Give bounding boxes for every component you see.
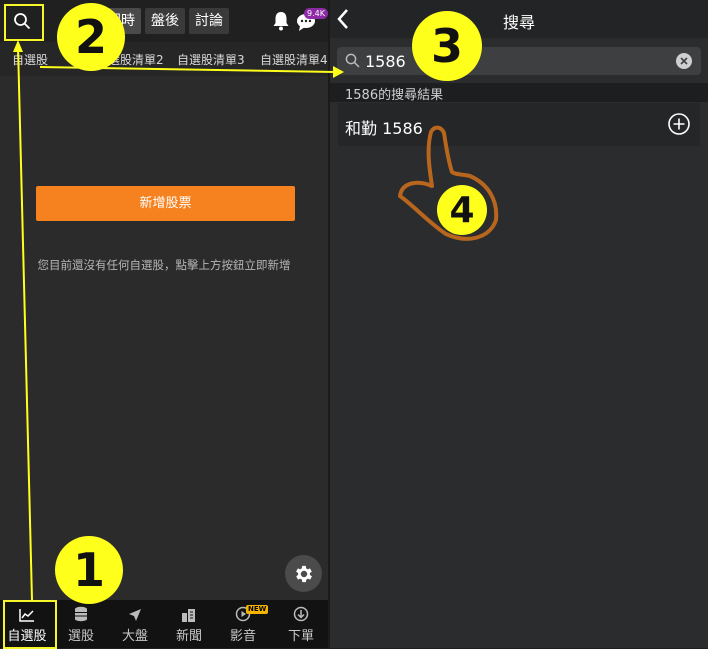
- gear-icon: [295, 565, 312, 582]
- nav-order-label: 下單: [287, 629, 314, 644]
- nav-stock-picker[interactable]: 選股: [54, 600, 108, 648]
- top-bar: 即時 盤後 討論 9.4K: [0, 0, 328, 42]
- tab-discussion[interactable]: 討論: [189, 8, 229, 34]
- result-stock-name: 和勤 1586: [345, 119, 423, 138]
- watchlist-tab-1[interactable]: 自選股: [12, 51, 48, 68]
- nav-stock-picker-label: 選股: [67, 629, 94, 644]
- chat-count-badge: 9.4K: [304, 8, 328, 19]
- page-title: 搜尋: [502, 13, 535, 32]
- nav-order[interactable]: 下單: [274, 600, 328, 648]
- search-box: [337, 47, 701, 75]
- nav-news-label: 新聞: [175, 629, 202, 644]
- step-number-2: 2: [57, 3, 125, 71]
- add-circle-icon[interactable]: [667, 112, 691, 136]
- download-circle-icon: [293, 606, 309, 622]
- highlight-search-button: [4, 4, 44, 41]
- watchlist-tab-3[interactable]: 自選股清單3: [177, 51, 245, 68]
- coins-icon: [75, 606, 87, 622]
- search-input[interactable]: [365, 49, 665, 73]
- bell-icon[interactable]: [272, 11, 290, 31]
- empty-state-message: 您目前還沒有任何自選股，點擊上方按鈕立即新增: [37, 258, 291, 272]
- nav-video-label: 影音: [229, 629, 256, 644]
- settings-button[interactable]: [285, 555, 322, 592]
- search-result-row[interactable]: 和勤 1586: [338, 103, 700, 146]
- watchlist-screen: 即時 盤後 討論 9.4K 自選股 自選股清單2 自選股清單3 自選股清單4 新…: [0, 0, 328, 648]
- results-header-label: 1586的搜尋結果: [345, 88, 444, 103]
- nav-video[interactable]: 影音 NEW: [216, 600, 270, 648]
- watchlist-tabs: 自選股 自選股清單2 自選股清單3 自選股清單4: [0, 42, 328, 76]
- tab-after-hours[interactable]: 盤後: [145, 8, 185, 34]
- nav-market[interactable]: 大盤: [108, 600, 162, 648]
- nav-market-label: 大盤: [121, 629, 148, 644]
- step-number-4: 4: [437, 185, 487, 235]
- step-number-3: 3: [412, 11, 482, 81]
- step-number-1: 1: [55, 536, 123, 604]
- clear-search-button[interactable]: [676, 53, 692, 69]
- watchlist-tab-4[interactable]: 自選股清單4: [260, 51, 328, 68]
- nav-news[interactable]: 新聞: [162, 600, 216, 648]
- add-stock-button[interactable]: 新增股票: [36, 186, 295, 221]
- close-icon: [680, 57, 688, 65]
- new-badge: NEW: [246, 605, 269, 614]
- highlight-watchlist-nav: [3, 600, 57, 649]
- results-header: 1586的搜尋結果: [330, 83, 708, 103]
- search-header: 搜尋: [330, 0, 708, 38]
- search-screen: 搜尋 1586的搜尋結果 和勤 1586: [330, 0, 708, 648]
- navigation-arrow-icon: [129, 609, 141, 621]
- search-icon: [345, 53, 360, 68]
- buildings-icon: [182, 609, 195, 622]
